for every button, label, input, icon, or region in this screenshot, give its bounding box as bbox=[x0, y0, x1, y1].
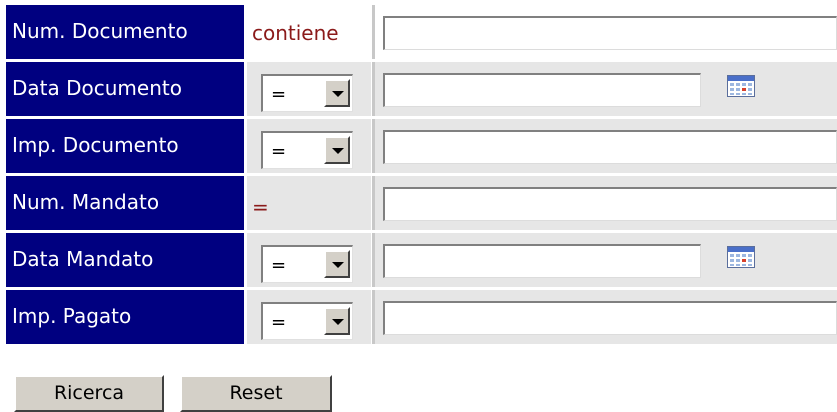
chevron-down-icon bbox=[332, 319, 344, 325]
value-cell-data-documento bbox=[375, 62, 837, 116]
operator-contiene: contiene bbox=[252, 21, 339, 45]
operator-cell-data-mandato: = bbox=[247, 233, 371, 287]
form-row-num-documento: Num. Documento contiene bbox=[6, 5, 837, 59]
operator-cell-data-documento: = bbox=[247, 62, 371, 116]
operator-cell-imp-documento: = bbox=[247, 119, 371, 173]
value-cell-imp-documento bbox=[375, 119, 837, 173]
label-imp-documento: Imp. Documento bbox=[6, 119, 244, 173]
form-row-data-documento: Data Documento = bbox=[6, 62, 837, 116]
search-form: Num. Documento contiene Data Documento = bbox=[6, 5, 837, 344]
label-data-documento: Data Documento bbox=[6, 62, 244, 116]
data-documento-operator-select[interactable]: = bbox=[261, 74, 353, 112]
value-cell-num-mandato bbox=[375, 176, 837, 230]
calendar-icon[interactable] bbox=[727, 75, 755, 97]
form-row-imp-pagato: Imp. Pagato = bbox=[6, 290, 837, 344]
label-imp-pagato: Imp. Pagato bbox=[6, 290, 244, 344]
dropdown-button[interactable] bbox=[324, 136, 350, 164]
reset-button[interactable]: Reset bbox=[180, 375, 332, 412]
operator-cell-num-mandato: = bbox=[247, 176, 371, 230]
value-cell-num-documento bbox=[375, 5, 837, 59]
imp-pagato-input[interactable] bbox=[383, 301, 837, 335]
form-row-data-mandato: Data Mandato = bbox=[6, 233, 837, 287]
chevron-down-icon bbox=[332, 262, 344, 268]
form-row-num-mandato: Num. Mandato = bbox=[6, 176, 837, 230]
select-value: = bbox=[271, 141, 287, 162]
select-value: = bbox=[271, 255, 287, 276]
label-data-mandato: Data Mandato bbox=[6, 233, 244, 287]
operator-cell-imp-pagato: = bbox=[247, 290, 371, 344]
label-num-mandato: Num. Mandato bbox=[6, 176, 244, 230]
operator-cell-num-documento: contiene bbox=[247, 5, 371, 59]
chevron-down-icon bbox=[332, 148, 344, 154]
data-documento-input[interactable] bbox=[383, 73, 701, 107]
form-row-imp-documento: Imp. Documento = bbox=[6, 119, 837, 173]
calendar-icon[interactable] bbox=[727, 246, 755, 268]
select-value: = bbox=[271, 312, 287, 333]
operator-equals: = bbox=[252, 195, 269, 219]
imp-documento-input[interactable] bbox=[383, 130, 837, 164]
select-value: = bbox=[271, 84, 287, 105]
dropdown-button[interactable] bbox=[324, 79, 350, 107]
data-mandato-input[interactable] bbox=[383, 244, 701, 278]
num-documento-input[interactable] bbox=[383, 16, 837, 50]
dropdown-button[interactable] bbox=[324, 307, 350, 335]
imp-pagato-operator-select[interactable]: = bbox=[261, 302, 353, 340]
search-button[interactable]: Ricerca bbox=[14, 375, 164, 412]
label-num-documento: Num. Documento bbox=[6, 5, 244, 59]
value-cell-data-mandato bbox=[375, 233, 837, 287]
data-mandato-operator-select[interactable]: = bbox=[261, 245, 353, 283]
value-cell-imp-pagato bbox=[375, 290, 837, 344]
num-mandato-input[interactable] bbox=[383, 187, 837, 221]
chevron-down-icon bbox=[332, 91, 344, 97]
dropdown-button[interactable] bbox=[324, 250, 350, 278]
imp-documento-operator-select[interactable]: = bbox=[261, 131, 353, 169]
